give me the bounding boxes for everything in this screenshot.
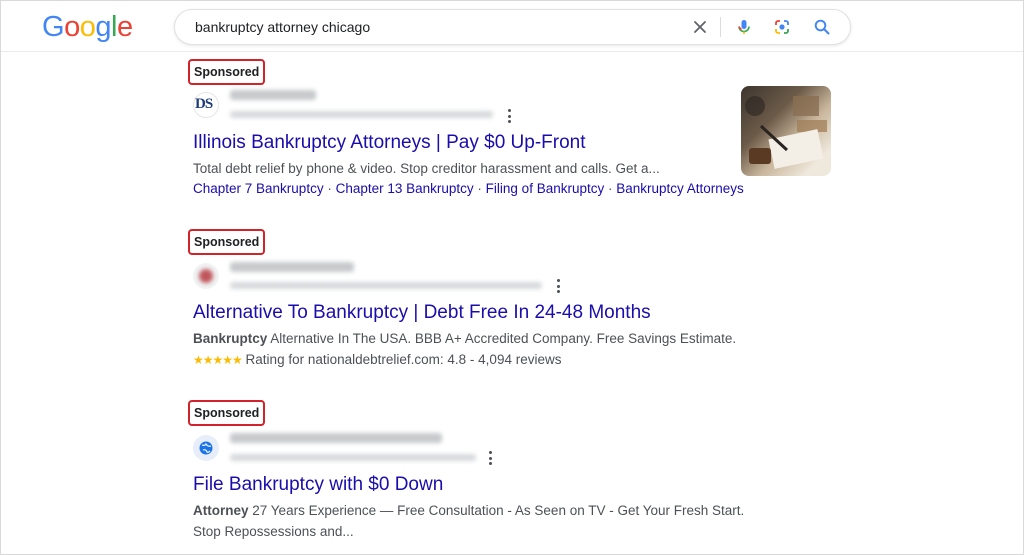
browser-page: Google bankruptcy attorney chicago Spons…: [1, 1, 1023, 554]
sitelink[interactable]: Bankruptcy Attorneys: [616, 181, 744, 196]
description-text: Alternative In The USA. BBB A+ Accredite…: [267, 331, 737, 346]
site-name-blurred: [230, 90, 316, 100]
logo-letter: G: [42, 11, 65, 43]
logo-letter: o: [64, 11, 80, 43]
ad-thumbnail-image[interactable]: [741, 86, 831, 176]
site-name-blurred: [230, 262, 354, 272]
close-icon[interactable]: [691, 18, 709, 36]
site-url-blurred: [230, 454, 476, 461]
rating-line: ★★★★★ Rating for nationaldebtrelief.com:…: [193, 350, 561, 370]
globe-icon: [199, 441, 213, 455]
microphone-icon[interactable]: [735, 18, 753, 36]
result-title-link[interactable]: Alternative To Bankruptcy | Debt Free In…: [193, 301, 651, 325]
result-title-link[interactable]: File Bankruptcy with $0 Down: [193, 473, 443, 497]
favicon: [193, 435, 219, 461]
search-header: Google: [1, 1, 1023, 52]
favicon-text: DS: [195, 96, 213, 112]
favicon: DS: [193, 92, 219, 118]
result-description: Total debt relief by phone & video. Stop…: [193, 161, 660, 176]
more-options-icon[interactable]: [489, 451, 493, 465]
favicon-blurred-mark: [199, 269, 213, 283]
search-box[interactable]: [174, 9, 851, 45]
search-divider: [720, 17, 721, 37]
result-description: Bankruptcy Alternative In The USA. BBB A…: [193, 329, 736, 349]
rating-text: Rating for nationaldebtrelief.com: 4.8 -…: [241, 352, 562, 367]
site-url-blurred: [230, 282, 542, 289]
rating-stars: ★★★★★: [193, 353, 243, 367]
site-url-blurred: [230, 111, 493, 118]
more-options-icon[interactable]: [557, 279, 561, 293]
google-logo[interactable]: Google: [42, 10, 133, 44]
description-bold-term: Attorney: [193, 503, 249, 518]
sponsored-label: Sponsored: [188, 59, 266, 85]
site-name-blurred: [230, 433, 442, 443]
sitelink[interactable]: Chapter 13 Bankruptcy: [336, 181, 474, 196]
sitelinks: Chapter 7 Bankruptcy · Chapter 13 Bankru…: [193, 181, 744, 196]
result-description-continued: Stop Repossessions and...: [193, 524, 354, 539]
description-bold-term: Bankruptcy: [193, 331, 268, 346]
result-description: Attorney 27 Years Experience — Free Cons…: [193, 501, 744, 521]
result-title-link[interactable]: Illinois Bankruptcy Attorneys | Pay $0 U…: [193, 131, 586, 155]
logo-letter: o: [79, 11, 96, 43]
logo-letter: g: [95, 11, 111, 43]
more-options-icon[interactable]: [508, 109, 512, 123]
sitelink[interactable]: Filing of Bankruptcy: [486, 181, 605, 196]
sitelink-separator: ·: [323, 181, 336, 196]
search-icon[interactable]: [813, 18, 831, 36]
sitelink-separator: ·: [473, 181, 486, 196]
lens-icon[interactable]: [773, 18, 791, 36]
search-input[interactable]: [195, 10, 675, 44]
sitelink[interactable]: Chapter 7 Bankruptcy: [193, 181, 324, 196]
description-text: 27 Years Experience — Free Consultation …: [248, 503, 745, 518]
favicon: [193, 263, 219, 289]
sponsored-label: Sponsored: [188, 400, 266, 426]
logo-letter: e: [116, 11, 133, 43]
sponsored-label: Sponsored: [188, 229, 266, 255]
sitelink-separator: ·: [604, 181, 617, 196]
